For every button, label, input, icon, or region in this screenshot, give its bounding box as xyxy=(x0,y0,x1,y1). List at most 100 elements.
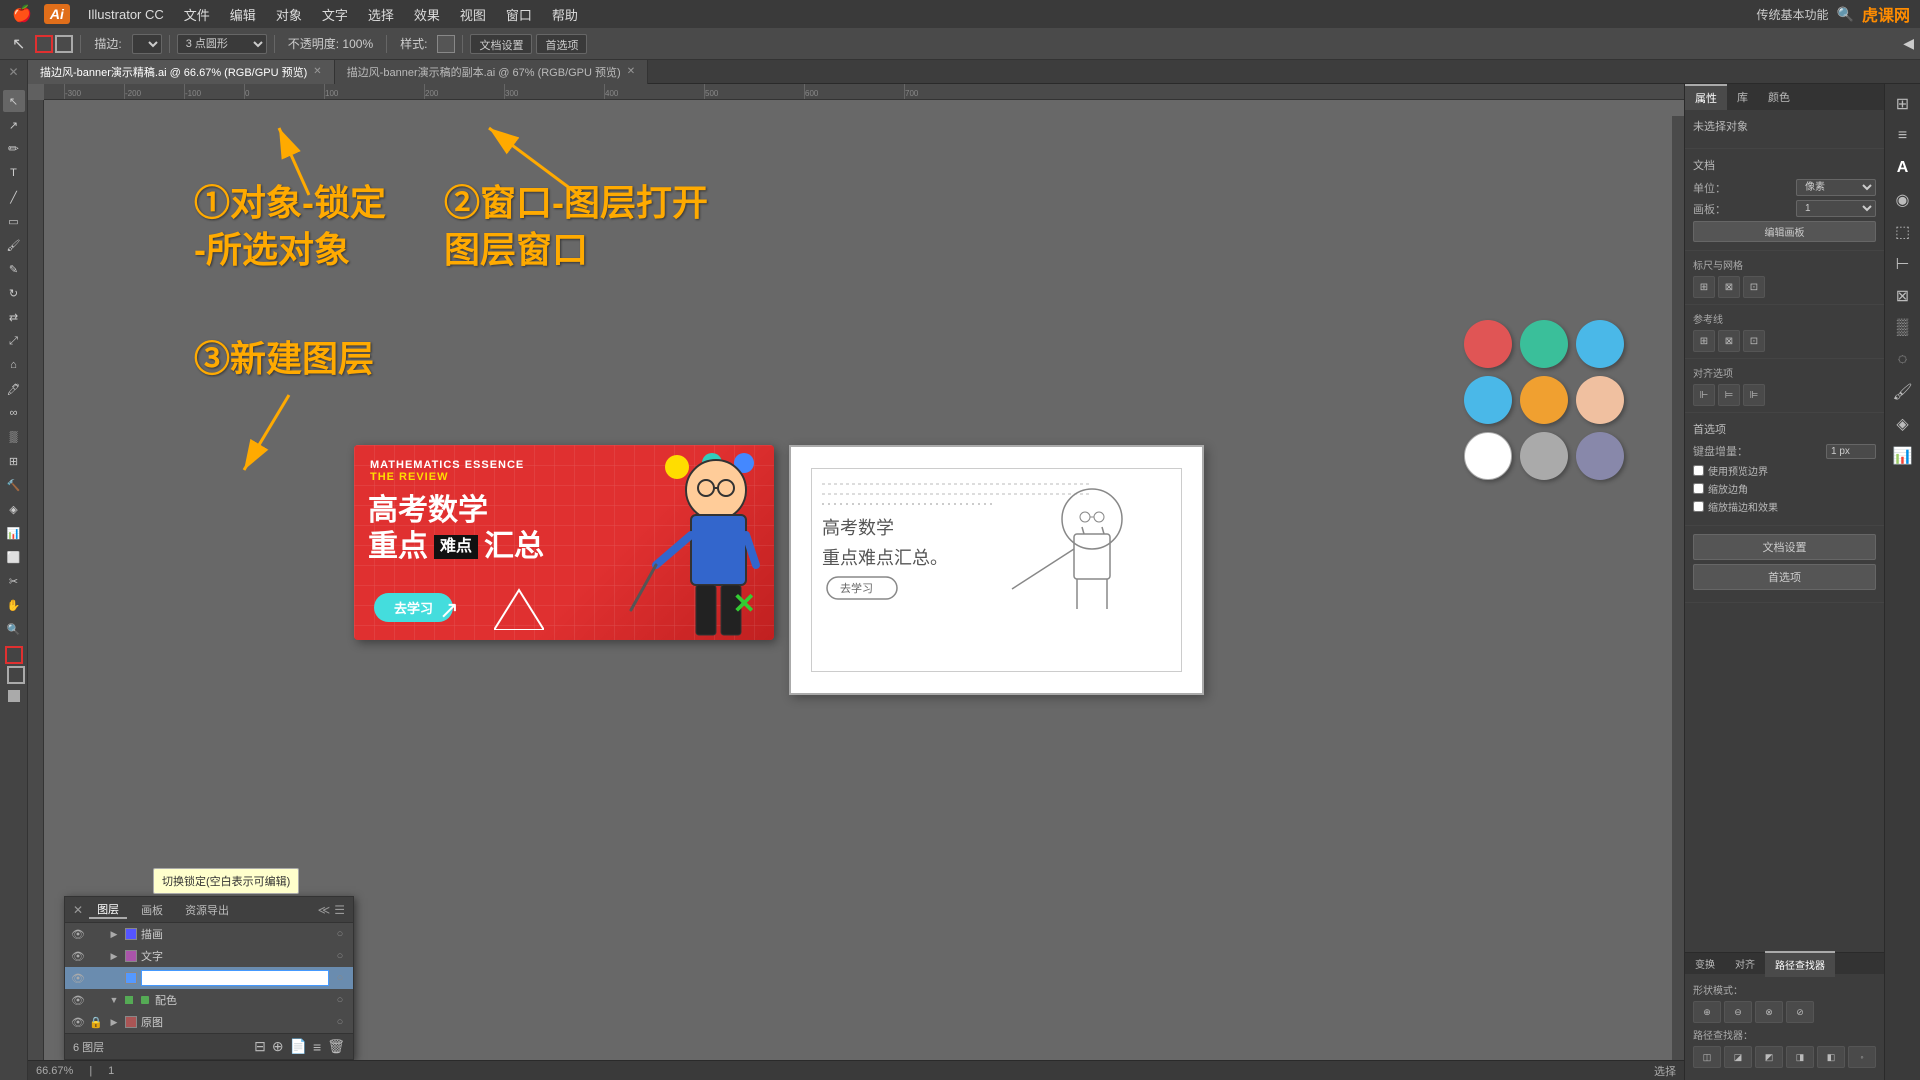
layer-vis-palette[interactable]: ○ xyxy=(333,994,347,1006)
tool-artboard[interactable]: ⬜ xyxy=(3,546,25,568)
menu-edit[interactable]: 编辑 xyxy=(220,5,266,24)
color-orange[interactable] xyxy=(1520,376,1568,424)
tool-pen[interactable]: ✏ xyxy=(3,138,25,160)
path-finder-btn4[interactable]: ◨ xyxy=(1786,1046,1814,1068)
delete-layer-btn[interactable]: 🗑 xyxy=(327,1038,345,1055)
scrollbar-vertical[interactable] xyxy=(1672,116,1684,1068)
rp-ruler-btn2[interactable]: ⊠ xyxy=(1718,276,1740,298)
rp-guide-btn1[interactable]: ⊞ xyxy=(1693,330,1715,352)
menu-object[interactable]: 对象 xyxy=(266,5,312,24)
rp-align-btn1[interactable]: ⊩ xyxy=(1693,384,1715,406)
panel-menu-icon[interactable]: ☰ xyxy=(334,903,345,917)
layer-eye-editing[interactable]: 👁 xyxy=(71,972,85,985)
canvas-area[interactable]: -300 -200 -100 0 100 200 300 400 500 600… xyxy=(28,84,1684,1080)
layer-eye-draw[interactable]: 👁 xyxy=(71,928,85,941)
tool-rotate[interactable]: ↻ xyxy=(3,282,25,304)
tab-2[interactable]: 描边风-banner演示稿的副本.ai @ 67% (RGB/GPU 预览) ✕ xyxy=(335,60,648,84)
color-teal[interactable] xyxy=(1520,320,1568,368)
layer-item-text[interactable]: 👁 ▶ 文字 ○ xyxy=(65,945,353,967)
tool-rect[interactable]: ▭ xyxy=(3,210,25,232)
path-unite[interactable]: ⊕ xyxy=(1693,1001,1721,1023)
apple-menu[interactable]: 🍎 xyxy=(12,4,32,24)
layer-item-palette[interactable]: 👁 ▼ 配色 ○ xyxy=(65,989,353,1011)
tool-pencil[interactable]: ✎ xyxy=(3,258,25,280)
layer-item-editing[interactable]: 👁 ○ xyxy=(65,967,353,989)
scale-corners-checkbox[interactable] xyxy=(1693,483,1704,494)
color-white[interactable] xyxy=(1464,432,1512,480)
rp-ruler-btn3[interactable]: ⊡ xyxy=(1743,276,1765,298)
layer-lock-original[interactable]: 🔒 xyxy=(89,1016,103,1029)
create-sublayer-btn[interactable]: ⊕ xyxy=(272,1038,284,1055)
shape-select[interactable]: 3 点圆形 xyxy=(177,34,267,54)
tool-text[interactable]: T xyxy=(3,162,25,184)
layer-expand-text[interactable]: ▶ xyxy=(107,951,121,962)
rp-lower-tab-align[interactable]: 对齐 xyxy=(1725,951,1765,977)
layer-vis-text[interactable]: ○ xyxy=(333,950,347,962)
rsp-layer-icon[interactable]: ≡ xyxy=(1889,122,1917,150)
zoom-level[interactable]: 66.67% xyxy=(36,1065,73,1077)
doc-settings-btn[interactable]: 文档设置 xyxy=(470,34,532,54)
rp-edit-artboard-btn[interactable]: 编辑画板 xyxy=(1693,221,1876,242)
rp-artboard-select[interactable]: 1 xyxy=(1796,200,1876,217)
layer-expand-draw[interactable]: ▶ xyxy=(107,929,121,940)
tool-gradient[interactable]: ▒ xyxy=(3,426,25,448)
rp-guide-btn2[interactable]: ⊠ xyxy=(1718,330,1740,352)
menu-illustrator-cc[interactable]: Illustrator CC xyxy=(78,7,174,22)
make-clipping-mask-btn[interactable]: ⊟ xyxy=(254,1038,266,1055)
tab-2-close[interactable]: ✕ xyxy=(627,66,635,77)
rsp-pathfinder-icon[interactable]: ⊠ xyxy=(1889,282,1917,310)
rp-tab-color[interactable]: 颜色 xyxy=(1758,84,1800,110)
arrow-left-icon[interactable]: ◀ xyxy=(1903,35,1914,52)
path-intersect[interactable]: ⊗ xyxy=(1755,1001,1783,1023)
rsp-align-icon[interactable]: ⊢ xyxy=(1889,250,1917,278)
tool-blend[interactable]: ∞ xyxy=(3,402,25,424)
rp-align-btn2[interactable]: ⊨ xyxy=(1718,384,1740,406)
rsp-gradient-icon[interactable]: ▒ xyxy=(1889,314,1917,342)
color-lavender[interactable] xyxy=(1576,432,1624,480)
path-finder-btn5[interactable]: ◧ xyxy=(1817,1046,1845,1068)
collapse-icon[interactable]: ≪ xyxy=(318,903,331,917)
snap-bounds-checkbox[interactable] xyxy=(1693,465,1704,476)
rp-ruler-btn1[interactable]: ⊞ xyxy=(1693,276,1715,298)
layer-vis-original[interactable]: ○ xyxy=(333,1016,347,1028)
workspace-label[interactable]: 传统基本功能 xyxy=(1757,6,1829,23)
tool-warp[interactable]: ⌂ xyxy=(3,354,25,376)
tool-paintbrush[interactable]: 🖌 xyxy=(3,234,25,256)
rp-tab-library[interactable]: 库 xyxy=(1727,84,1758,110)
rp-unit-select[interactable]: 像素 xyxy=(1796,179,1876,196)
color-gray[interactable] xyxy=(1520,432,1568,480)
layer-eye-original[interactable]: 👁 xyxy=(71,1016,85,1029)
rp-tab-properties[interactable]: 属性 xyxy=(1685,84,1727,110)
tool-slice[interactable]: ✂ xyxy=(3,570,25,592)
tool-line[interactable]: ╱ xyxy=(3,186,25,208)
rp-lower-tab-transform[interactable]: 变换 xyxy=(1685,951,1725,977)
stroke-color[interactable] xyxy=(7,666,25,684)
layer-vis-draw[interactable]: ○ xyxy=(333,928,347,940)
tool-mesh[interactable]: ⊞ xyxy=(3,450,25,472)
stroke-select[interactable] xyxy=(132,34,162,54)
rsp-color-icon[interactable]: ◉ xyxy=(1889,186,1917,214)
layer-expand-original[interactable]: ▶ xyxy=(107,1017,121,1028)
menu-help[interactable]: 帮助 xyxy=(542,5,588,24)
rp-keyboard-input[interactable] xyxy=(1826,444,1876,459)
fill-color[interactable] xyxy=(5,646,23,664)
tool-symbol[interactable]: ◈ xyxy=(3,498,25,520)
tool-zoom[interactable]: 🔍 xyxy=(3,618,25,640)
layer-item-draw[interactable]: 👁 ▶ 描画 ○ xyxy=(65,923,353,945)
rp-guide-btn3[interactable]: ⊡ xyxy=(1743,330,1765,352)
search-icon[interactable]: 🔍 xyxy=(1837,6,1854,23)
layer-eye-palette[interactable]: 👁 xyxy=(71,994,85,1007)
close-panel-icon[interactable]: ✕ xyxy=(8,65,18,79)
rp-quick-doc-btn[interactable]: 文档设置 xyxy=(1693,534,1876,560)
menu-text[interactable]: 文字 xyxy=(312,5,358,24)
path-finder-btn6[interactable]: ◦ xyxy=(1848,1046,1876,1068)
layer-name-input[interactable] xyxy=(141,970,329,986)
rsp-symbol-icon[interactable]: ◈ xyxy=(1889,410,1917,438)
layers-panel-close[interactable]: ✕ xyxy=(73,903,83,917)
color-cyan[interactable] xyxy=(1464,376,1512,424)
menu-window[interactable]: 窗口 xyxy=(496,5,542,24)
menu-view[interactable]: 视图 xyxy=(450,5,496,24)
layers-tab[interactable]: 图层 xyxy=(89,901,127,919)
path-finder-btn2[interactable]: ◪ xyxy=(1724,1046,1752,1068)
tool-direct-select[interactable]: ↗ xyxy=(3,114,25,136)
